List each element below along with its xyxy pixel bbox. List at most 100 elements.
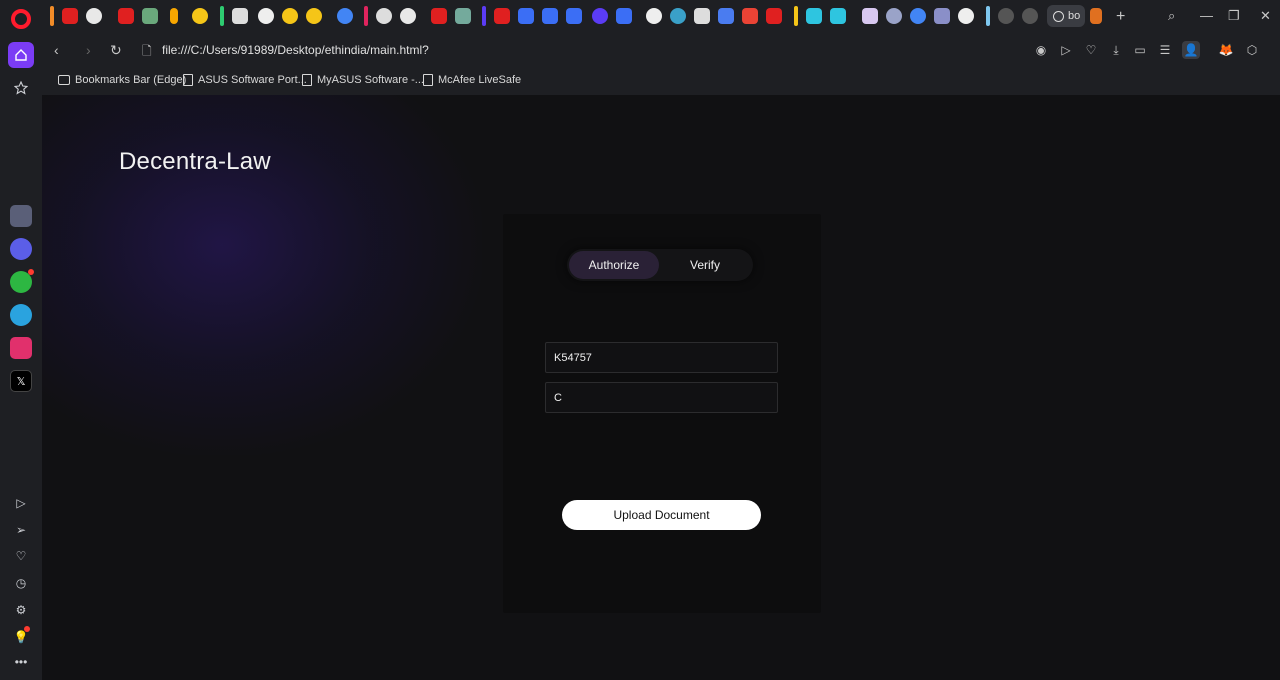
app-tab-icon[interactable] bbox=[862, 8, 878, 24]
tab-island-marker bbox=[482, 6, 486, 26]
app-tab-icon[interactable] bbox=[566, 8, 582, 24]
app-tab-icon[interactable] bbox=[830, 8, 846, 24]
active-tab[interactable]: bo bbox=[1047, 5, 1085, 27]
bookmark-item[interactable]: Bookmarks Bar (Edge) bbox=[58, 74, 186, 86]
address-bar-row: ‹ › ↻ 🗋 file:///C:/Users/91989/Desktop/e… bbox=[42, 33, 1280, 67]
app-tab-icon[interactable] bbox=[718, 8, 734, 24]
opera-logo-icon[interactable] bbox=[11, 9, 31, 29]
youtube-tab-icon[interactable] bbox=[766, 8, 782, 24]
huggingface-tab-icon[interactable] bbox=[306, 8, 322, 24]
github-tab-icon[interactable] bbox=[376, 8, 392, 24]
tab-island-marker bbox=[50, 6, 54, 26]
page-content: Decentra-Law Authorize Verify Upload Doc… bbox=[42, 95, 1280, 680]
app-tab-icon[interactable] bbox=[1090, 8, 1102, 24]
app-tab-icon[interactable] bbox=[934, 8, 950, 24]
globe-icon bbox=[1053, 10, 1064, 22]
huggingface-tab-icon[interactable] bbox=[192, 8, 208, 24]
app-tab-icon[interactable] bbox=[670, 8, 686, 24]
google-tab-icon[interactable] bbox=[910, 8, 926, 24]
medium-tab-icon[interactable] bbox=[258, 8, 274, 24]
search-icon[interactable]: ⌕ bbox=[1168, 8, 1175, 24]
app-tab-icon[interactable] bbox=[142, 8, 158, 24]
app-tab-icon[interactable] bbox=[646, 8, 662, 24]
instagram-icon[interactable] bbox=[10, 337, 32, 359]
star-icon[interactable] bbox=[10, 77, 32, 99]
new-tab-icon[interactable]: + bbox=[1116, 8, 1125, 26]
metamask-icon[interactable]: 🦊 bbox=[1218, 42, 1234, 58]
gmail-tab-icon[interactable] bbox=[742, 8, 758, 24]
bookmarks-bar: Bookmarks Bar (Edge) ASUS Software Port.… bbox=[42, 67, 1280, 95]
tab-island-marker bbox=[220, 6, 224, 26]
x-icon[interactable]: 𝕏 bbox=[10, 370, 32, 392]
page-info-icon[interactable]: 🗋 bbox=[142, 42, 152, 63]
bookmark-item[interactable]: ASUS Software Port... bbox=[183, 74, 307, 86]
bookmark-item[interactable]: MyASUS Software -... bbox=[302, 74, 424, 86]
bookmark-label: ASUS Software Port... bbox=[198, 74, 307, 86]
folder-icon bbox=[58, 75, 70, 85]
profile-icon[interactable]: 👤 bbox=[1182, 41, 1200, 59]
heart-icon[interactable]: ♡ bbox=[10, 545, 32, 567]
chatgpt-tab-icon[interactable] bbox=[455, 8, 471, 24]
url-field[interactable]: file:///C:/Users/91989/Desktop/ethindia/… bbox=[162, 43, 429, 57]
huggingface-tab-icon[interactable] bbox=[282, 8, 298, 24]
home-icon[interactable] bbox=[8, 42, 34, 68]
app-tab-icon[interactable] bbox=[998, 8, 1014, 24]
reload-icon[interactable]: ↻ bbox=[110, 42, 122, 59]
amazon-tab-icon[interactable] bbox=[170, 8, 178, 24]
active-tab-title: bo bbox=[1068, 10, 1081, 22]
app-tab-icon[interactable] bbox=[592, 8, 608, 24]
whatsapp-icon[interactable] bbox=[10, 269, 34, 293]
youtube-tab-icon[interactable] bbox=[494, 8, 510, 24]
aria-icon[interactable] bbox=[10, 205, 32, 227]
player-icon[interactable]: ▷ bbox=[10, 492, 32, 514]
github-tab-icon[interactable] bbox=[400, 8, 416, 24]
google-tab-icon[interactable] bbox=[337, 8, 353, 24]
play-icon[interactable]: ▷ bbox=[1058, 42, 1074, 58]
name-input[interactable] bbox=[545, 382, 778, 413]
tab-island-marker bbox=[794, 6, 798, 26]
notion-tab-icon[interactable] bbox=[232, 8, 248, 24]
page-icon bbox=[423, 74, 433, 86]
id-input[interactable] bbox=[545, 342, 778, 373]
messenger-icon[interactable] bbox=[10, 238, 32, 260]
close-icon[interactable]: ✕ bbox=[1260, 8, 1271, 24]
page-icon bbox=[183, 74, 193, 86]
app-tab-icon[interactable] bbox=[886, 8, 902, 24]
tab-strip: bo + ⌕ — ❐ ✕ bbox=[42, 0, 1280, 33]
app-tab-icon[interactable] bbox=[694, 8, 710, 24]
browser-sidebar: 𝕏 ▷ ➢ ♡ ◷ ⚙ 💡 ••• bbox=[0, 0, 42, 680]
upload-document-button[interactable]: Upload Document bbox=[562, 500, 761, 530]
send-icon[interactable]: ➢ bbox=[10, 519, 32, 541]
bookmark-label: MyASUS Software -... bbox=[317, 74, 424, 86]
app-tab-icon[interactable] bbox=[518, 8, 534, 24]
lightbulb-icon[interactable]: 💡 bbox=[10, 626, 32, 648]
history-icon[interactable]: ◷ bbox=[10, 572, 32, 594]
app-tab-icon[interactable] bbox=[542, 8, 558, 24]
youtube-tab-icon[interactable] bbox=[118, 8, 134, 24]
youtube-tab-icon[interactable] bbox=[62, 8, 78, 24]
bookmark-label: McAfee LiveSafe bbox=[438, 74, 522, 86]
youtube-tab-icon[interactable] bbox=[431, 8, 447, 24]
app-tab-icon[interactable] bbox=[958, 8, 974, 24]
app-tab-icon[interactable] bbox=[616, 8, 632, 24]
tab-island-marker bbox=[364, 6, 368, 26]
app-tab-icon[interactable] bbox=[806, 8, 822, 24]
bookmark-item[interactable]: McAfee LiveSafe bbox=[423, 74, 521, 86]
minimize-icon[interactable]: — bbox=[1200, 8, 1213, 23]
settings-icon[interactable]: ⚙ bbox=[10, 599, 32, 621]
download-icon[interactable]: ⤓ bbox=[1108, 42, 1124, 58]
more-icon[interactable]: ••• bbox=[10, 651, 32, 673]
menu-icon[interactable]: ☰ bbox=[1157, 42, 1173, 58]
back-icon[interactable]: ‹ bbox=[54, 42, 59, 58]
camera-icon[interactable]: ◉ bbox=[1033, 42, 1049, 58]
telegram-icon[interactable] bbox=[10, 304, 32, 326]
app-tab-icon[interactable] bbox=[1022, 8, 1038, 24]
extensions-icon[interactable]: ⬡ bbox=[1244, 42, 1260, 58]
forward-icon[interactable]: › bbox=[86, 42, 91, 58]
tab-authorize[interactable]: Authorize bbox=[569, 251, 659, 279]
github-tab-icon[interactable] bbox=[86, 8, 102, 24]
tab-verify[interactable]: Verify bbox=[659, 251, 751, 279]
battery-icon[interactable]: ▭ bbox=[1132, 42, 1148, 58]
heart-icon[interactable]: ♡ bbox=[1083, 42, 1099, 58]
restore-icon[interactable]: ❐ bbox=[1228, 8, 1240, 24]
